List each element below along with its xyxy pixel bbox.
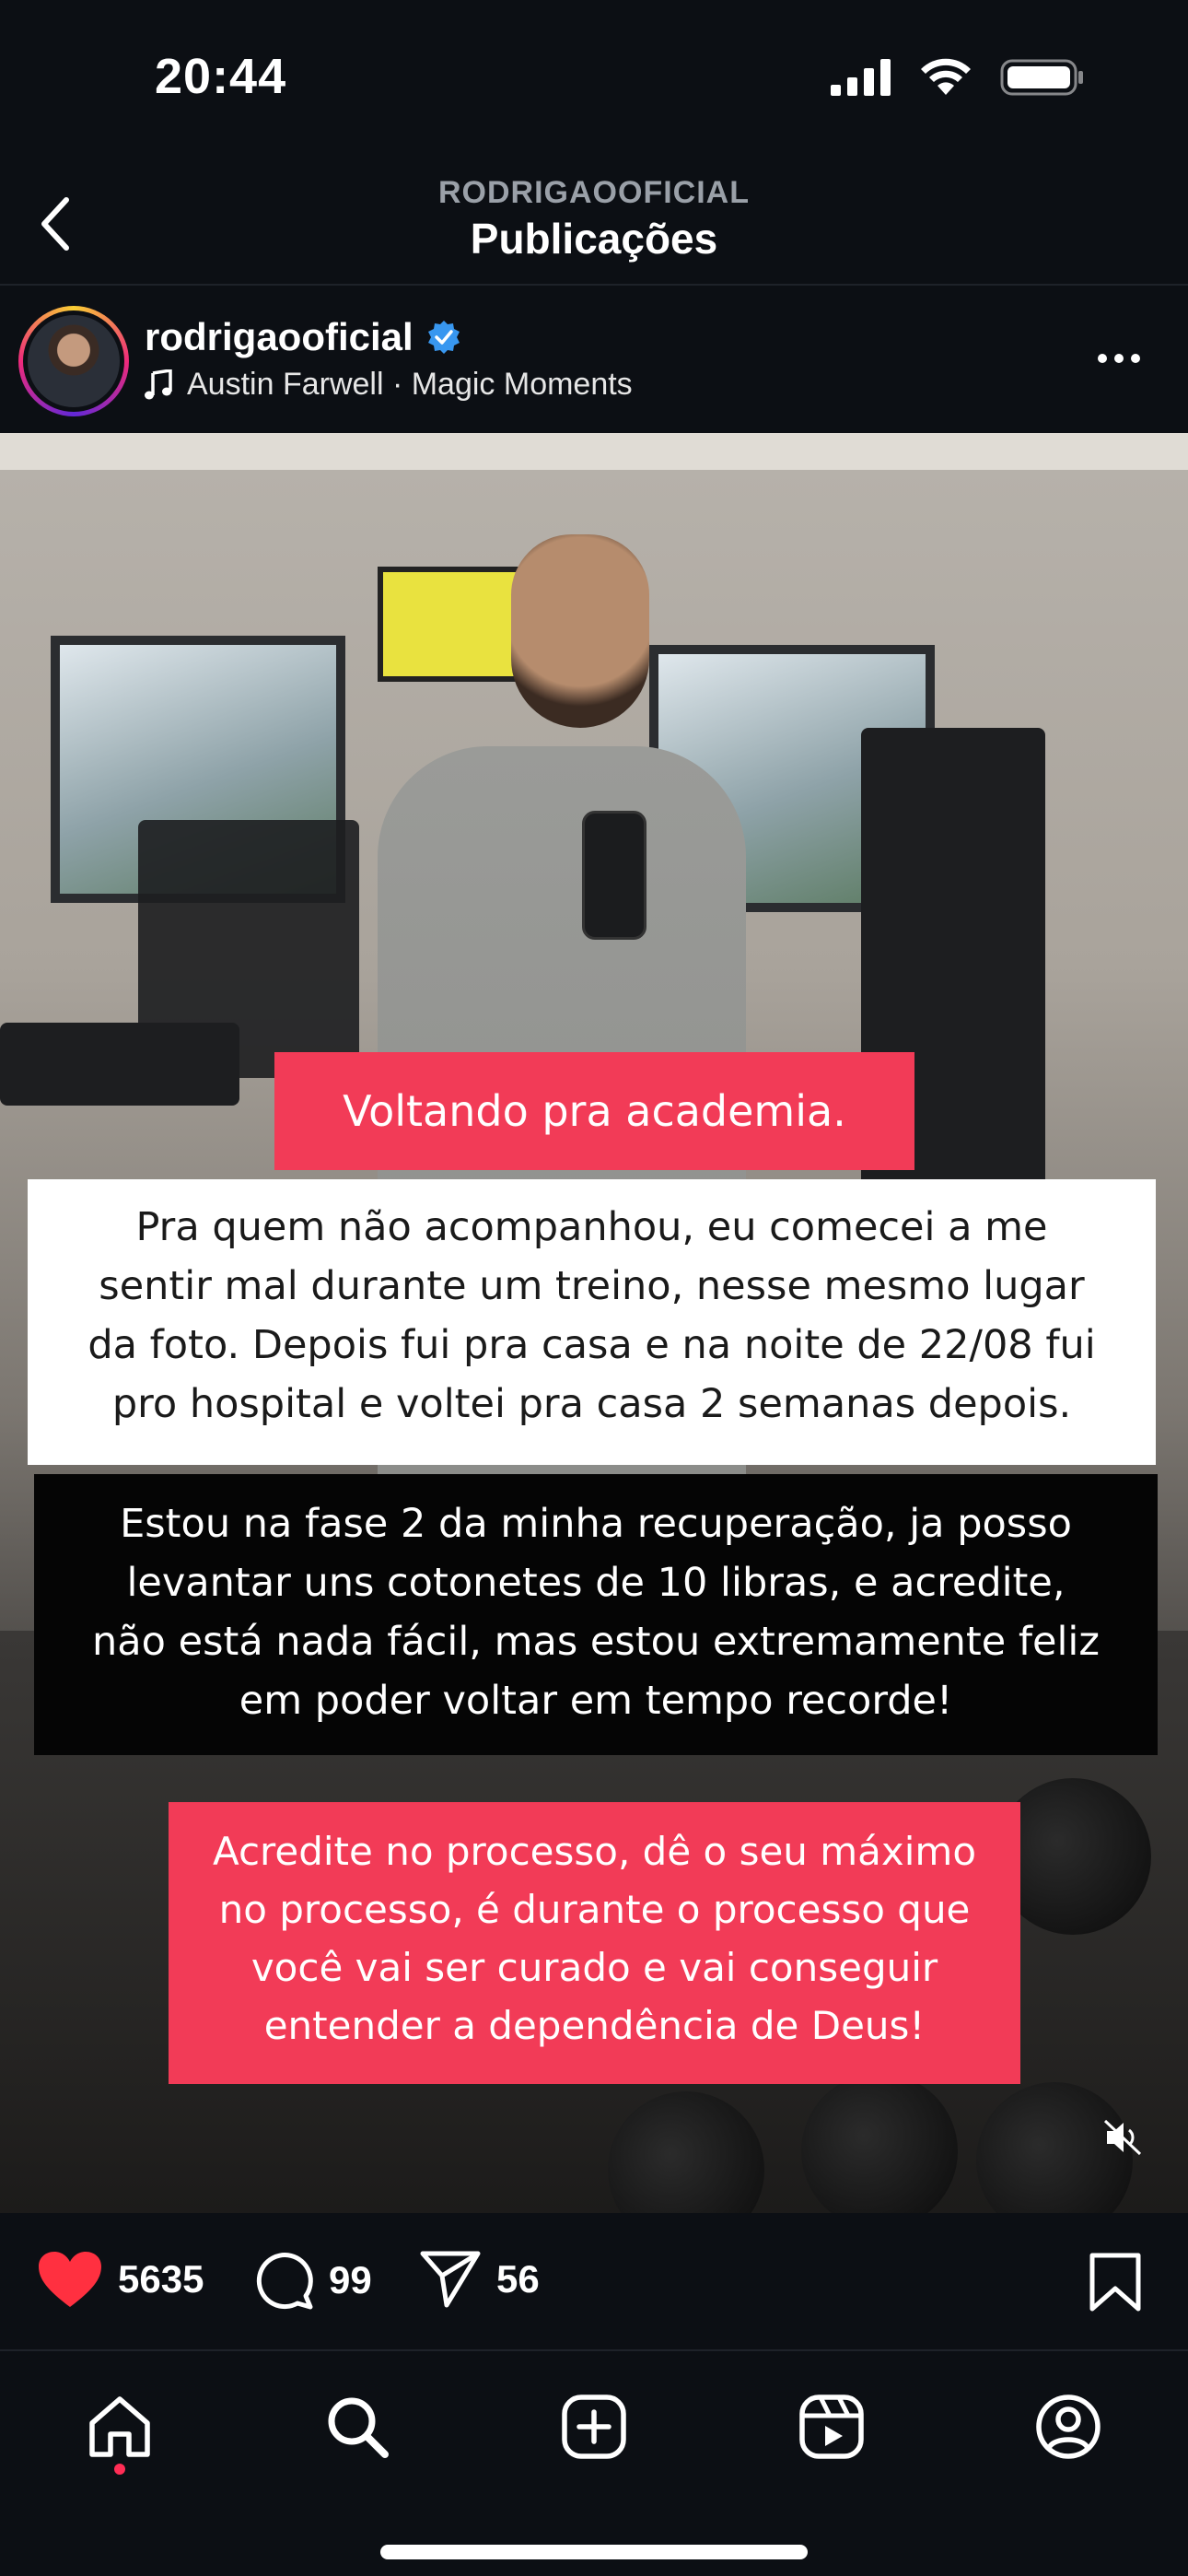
post-author-row: rodrigaooficial Austin Farwell · Magic M…	[0, 287, 1188, 433]
action-bar: 5635 99 56	[0, 2213, 1188, 2349]
create-icon	[562, 2395, 626, 2459]
caption-line: no processo, é durante o processo que	[218, 1887, 971, 1932]
person-head	[511, 534, 649, 728]
music-label: Austin Farwell · Magic Moments	[187, 367, 633, 402]
caption-line: Estou na fase 2 da minha recuperação, ja…	[120, 1501, 1072, 1547]
speaker-muted-icon	[1103, 2119, 1142, 2156]
username-wrap: rodrigaooficial	[145, 315, 461, 359]
home-indicator	[380, 2545, 808, 2559]
profile-icon	[1036, 2395, 1101, 2459]
dot-icon	[1098, 354, 1107, 363]
comment-count[interactable]: 99	[329, 2258, 372, 2302]
caption-block-3: Estou na fase 2 da minha recuperação, ja…	[34, 1474, 1158, 1755]
wall-sign	[378, 567, 525, 682]
nav-reels[interactable]	[793, 2388, 870, 2465]
phone	[582, 811, 646, 940]
caption-title: Voltando pra academia.	[274, 1052, 914, 1170]
avatar[interactable]	[18, 306, 129, 416]
caption-line: entender a dependência de Deus!	[263, 2003, 926, 2048]
reels-icon	[799, 2395, 864, 2459]
wifi-icon	[921, 58, 971, 95]
header-account: RODRIGAOOFICIAL	[438, 175, 750, 210]
status-icons	[831, 57, 1085, 98]
share-action: 56	[419, 2250, 540, 2309]
home-icon	[89, 2396, 150, 2457]
caption-line: em poder voltar em tempo recorde!	[239, 1678, 953, 1724]
bookmark-icon	[1089, 2253, 1141, 2312]
page-title: Publicações	[470, 215, 718, 263]
nav-create[interactable]	[555, 2388, 633, 2465]
heart-filled-icon[interactable]	[37, 2250, 103, 2309]
bench	[0, 1023, 239, 1106]
mute-button[interactable]	[1096, 2110, 1151, 2165]
search-icon	[328, 2397, 389, 2458]
header: RODRIGAOOFICIAL Publicações	[0, 157, 1188, 286]
caption-line: Pra quem não acompanhou, eu comecei a me	[135, 1204, 1048, 1250]
like-count[interactable]: 5635	[118, 2257, 204, 2301]
music-info[interactable]: Austin Farwell · Magic Moments	[145, 367, 633, 403]
verified-badge-icon	[427, 321, 460, 354]
music-note-icon	[145, 369, 172, 399]
caption-line: da foto. Depois fui pra casa e na noite …	[87, 1322, 1096, 1368]
caption-line: você vai ser curado e vai conseguir	[250, 1945, 938, 1990]
like-action: 5635	[37, 2250, 204, 2309]
caption-line: sentir mal durante um treino, nesse mesm…	[99, 1263, 1085, 1309]
signal-icon	[831, 59, 891, 96]
save-button[interactable]	[1089, 2252, 1142, 2317]
bottom-nav	[0, 2349, 1188, 2576]
username[interactable]: rodrigaooficial	[145, 315, 413, 359]
dot-icon	[1131, 354, 1140, 363]
caption-line: não está nada fácil, mas estou extremame…	[92, 1619, 1100, 1665]
caption-block-4: Acredite no processo, dê o seu máximo no…	[169, 1802, 1020, 2084]
caption-line: Acredite no processo, dê o seu máximo	[212, 1829, 977, 1874]
nav-profile[interactable]	[1030, 2388, 1107, 2465]
comment-icon[interactable]	[253, 2250, 314, 2311]
battery-icon	[1000, 59, 1083, 96]
nav-search[interactable]	[319, 2388, 396, 2465]
ceiling	[0, 433, 1188, 470]
dot-icon	[1114, 354, 1124, 363]
nav-home[interactable]	[81, 2388, 158, 2465]
status-time: 20:44	[155, 49, 287, 104]
caption-block-2: Pra quem não acompanhou, eu comecei a me…	[28, 1179, 1156, 1465]
status-bar: 20:44	[0, 0, 1188, 157]
more-options-button[interactable]	[1087, 335, 1151, 381]
caption-line: pro hospital e voltei pra casa 2 semanas…	[111, 1381, 1072, 1427]
send-icon[interactable]	[419, 2250, 482, 2309]
share-count[interactable]: 56	[496, 2257, 540, 2301]
notification-dot	[114, 2464, 125, 2475]
comment-action: 99	[253, 2250, 372, 2311]
avatar-image	[28, 315, 120, 407]
caption-line: levantar uns cotonetes de 10 libras, e a…	[126, 1560, 1066, 1606]
